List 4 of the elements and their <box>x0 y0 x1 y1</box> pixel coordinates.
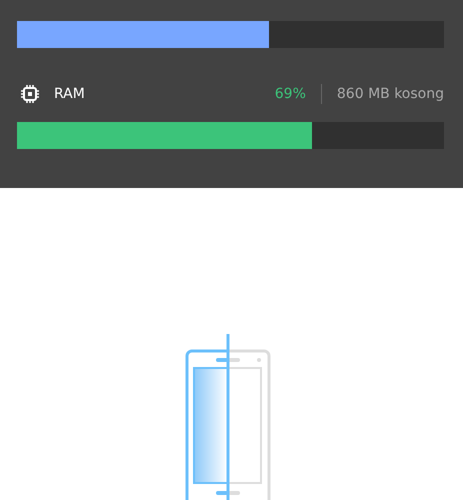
ram-free: 860 MB kosong <box>336 86 444 102</box>
ram-percent: 69% <box>274 86 306 102</box>
chip-icon <box>20 84 40 104</box>
ram-label: RAM <box>54 86 85 102</box>
